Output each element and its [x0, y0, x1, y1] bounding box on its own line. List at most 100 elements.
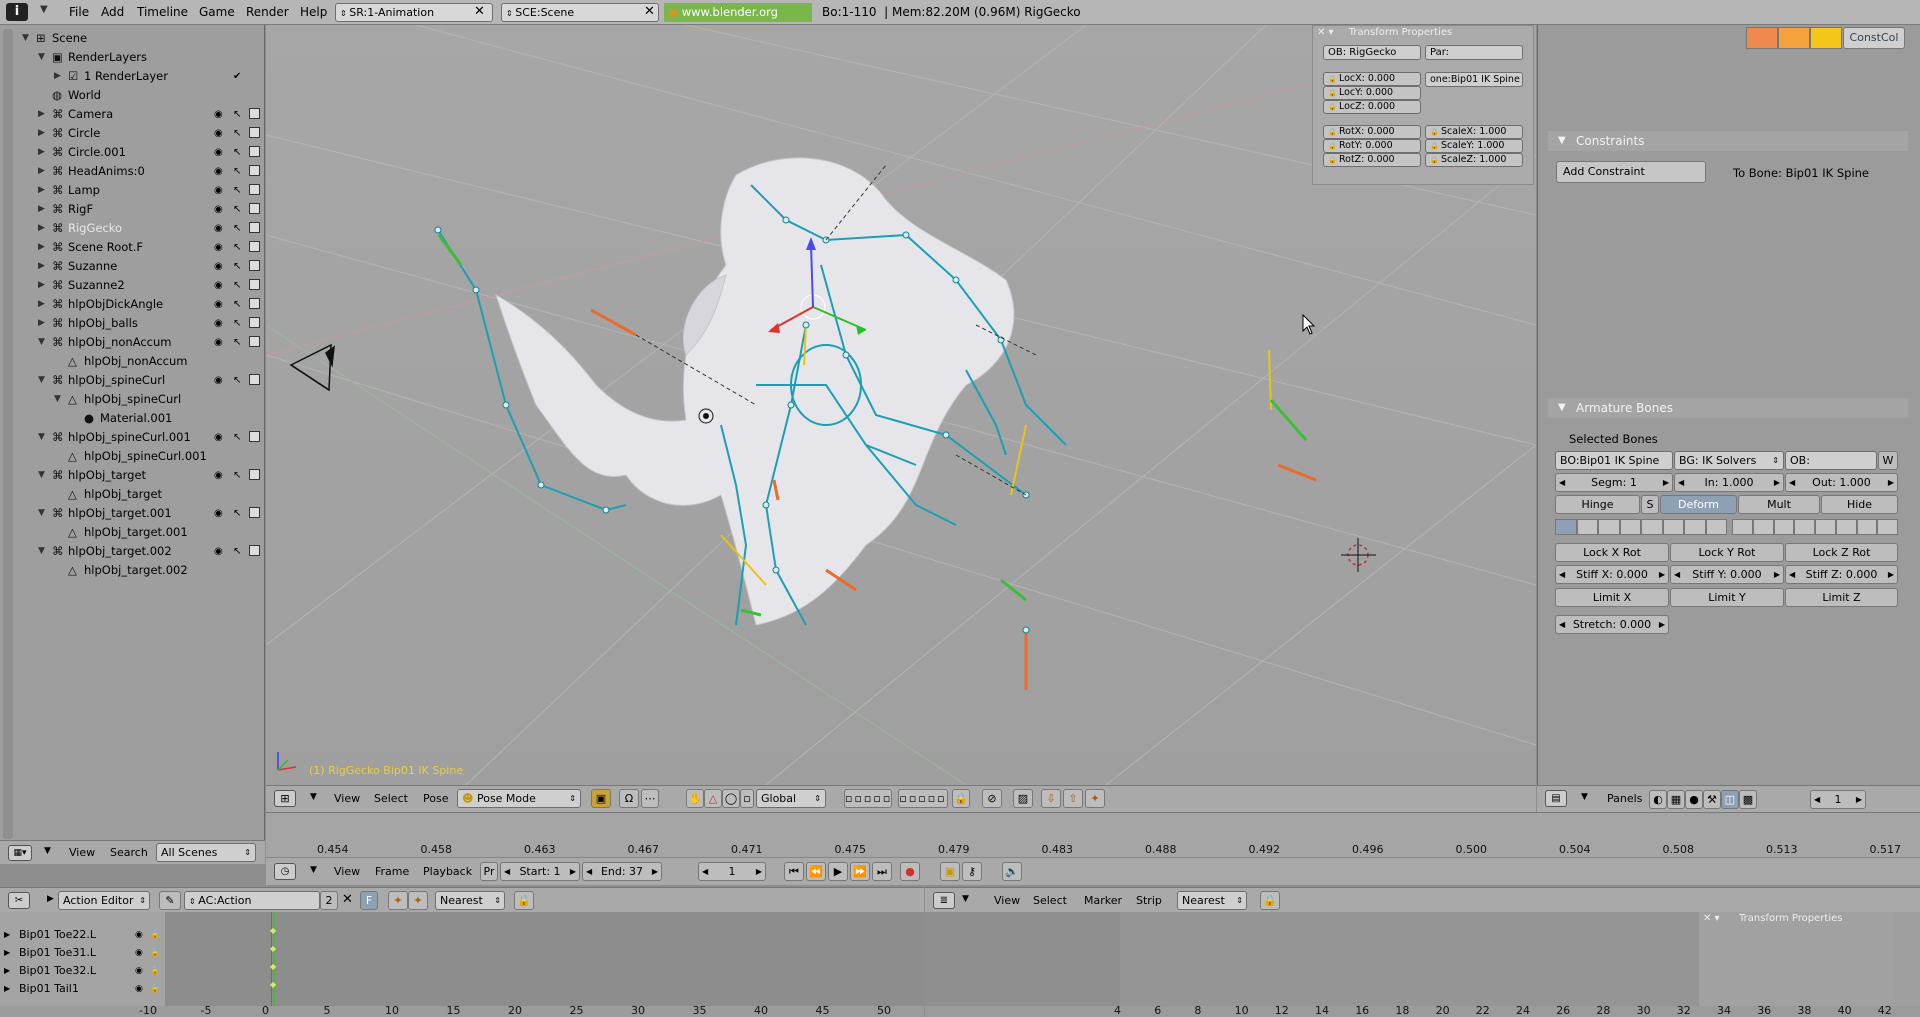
outliner-item-label[interactable]: RigGecko: [68, 219, 122, 238]
render-toggle-icon[interactable]: [249, 374, 260, 385]
outliner-item-label[interactable]: hlpObj_balls: [68, 314, 138, 333]
scale-y-field[interactable]: 🔒 ScaleY: 1.000: [1425, 139, 1523, 153]
bone-layer-button[interactable]: [1598, 519, 1620, 535]
action-name-field[interactable]: ⇕ AC:Action: [184, 891, 320, 910]
visibility-eye-icon[interactable]: ◉: [135, 962, 143, 980]
render-toggle-icon[interactable]: [249, 203, 260, 214]
bone-object-field[interactable]: OB:: [1785, 451, 1877, 470]
chevron-down-icon[interactable]: ▼: [44, 846, 51, 856]
decrement-icon[interactable]: ◀: [1559, 474, 1565, 491]
rot-y-field[interactable]: 🔒 RotY: 0.000: [1323, 139, 1421, 153]
camera-object[interactable]: [289, 343, 335, 392]
expand-right-icon[interactable]: ▶: [38, 162, 45, 181]
menu-file[interactable]: File: [69, 5, 89, 19]
render-toggle-icon[interactable]: [249, 298, 260, 309]
visibility-eye-icon[interactable]: ◉: [135, 926, 143, 944]
w-button[interactable]: W: [1878, 451, 1898, 470]
decrement-icon[interactable]: ◀: [504, 863, 510, 880]
action-channel-list[interactable]: ▶ Bip01 Toe22.L ◉ 🔒 ▶ Bip01 Toe31.L ◉ 🔒 ▶ Bip01 T…: [0, 912, 165, 1017]
select-cursor-icon[interactable]: ↖: [233, 124, 241, 143]
outliner-item-label[interactable]: RenderLayers: [68, 48, 147, 67]
grid-snap-icon[interactable]: ⋯: [641, 789, 659, 808]
stretch-field[interactable]: ◀ Stretch: 0.000 ▶: [1555, 615, 1669, 634]
ghost-icon[interactable]: ⊘: [982, 789, 1002, 808]
mode-select[interactable]: ☻ Pose Mode ⇕: [457, 789, 581, 808]
bone-layer-button[interactable]: [1555, 519, 1577, 535]
bone-layers-right[interactable]: [1732, 519, 1898, 535]
fake-user-button[interactable]: F: [360, 891, 378, 910]
lock-icon[interactable]: 🔒: [1328, 156, 1339, 164]
lock-icon[interactable]: 🔒: [1430, 142, 1441, 150]
outliner-item-label[interactable]: hlpObj_target.001: [84, 523, 188, 542]
select-cursor-icon[interactable]: ↖: [233, 333, 241, 352]
outliner-row[interactable]: ▶ ⌘ Suzanne ◉ ↖: [0, 257, 265, 276]
select-cursor-icon[interactable]: ↖: [233, 238, 241, 257]
keyframe-column[interactable]: ◆ ◆ ◆ ◆: [270, 922, 278, 1002]
copy-keys-icon[interactable]: ✦: [388, 891, 408, 910]
lock-icon[interactable]: 🔒: [1328, 142, 1339, 150]
render-toggle-icon[interactable]: [249, 317, 260, 328]
select-cursor-icon[interactable]: ↖: [233, 295, 241, 314]
action-channel-label[interactable]: Bip01 Toe32.L: [19, 962, 96, 980]
nla-snap-select[interactable]: Nearest ⇕: [1177, 891, 1247, 910]
outliner-row[interactable]: ▶ ⌘ Circle.001 ◉ ↖: [0, 143, 265, 162]
expand-right-icon[interactable]: ▶: [38, 257, 45, 276]
render-toggle-icon[interactable]: [249, 184, 260, 195]
action-channel-label[interactable]: Bip01 Toe31.L: [19, 944, 96, 962]
outliner-item-label[interactable]: hlpObj_spineCurl.001: [84, 447, 207, 466]
copy-pose-icon[interactable]: ⇩: [1041, 789, 1061, 808]
visibility-eye-icon[interactable]: ◉: [214, 428, 223, 447]
bone-layer-button[interactable]: [1684, 519, 1706, 535]
lock-icon[interactable]: 🔒: [1328, 89, 1339, 97]
bone-layer-button[interactable]: [1794, 519, 1815, 535]
editor-mode-select[interactable]: Action Editor ⇕: [58, 891, 150, 910]
outliner-row[interactable]: ▶ ⌘ RigF ◉ ↖: [0, 200, 265, 219]
visibility-eye-icon[interactable]: ◉: [214, 295, 223, 314]
outliner-row[interactable]: ▶ ⌘ Lamp ◉ ↖: [0, 181, 265, 200]
outliner-row[interactable]: ▶ ⌘ Scene Root.F ◉ ↖: [0, 238, 265, 257]
s-toggle[interactable]: S: [1641, 495, 1659, 514]
expand-down-icon[interactable]: ▼: [38, 466, 45, 485]
bbone-out-field[interactable]: ◀ Out: 1.000 ▶: [1785, 473, 1898, 492]
logic-context-icon[interactable]: ◐: [1649, 790, 1667, 809]
bone-layer-button[interactable]: [1732, 519, 1753, 535]
render-toggle-icon[interactable]: [249, 241, 260, 252]
render-toggle-icon[interactable]: [249, 108, 260, 119]
increment-icon[interactable]: ▶: [1888, 474, 1894, 491]
rot-x-field[interactable]: 🔒 RotX: 0.000: [1323, 125, 1421, 139]
next-keyframe-icon[interactable]: ⏩: [850, 862, 870, 881]
outliner-row[interactable]: △ hlpObj_spineCurl.001: [0, 447, 265, 466]
visibility-eye-icon[interactable]: ◉: [214, 105, 223, 124]
nla-transform-panel[interactable]: ✕ ▾ Transform Properties: [1699, 912, 1920, 1006]
expand-right-icon[interactable]: ▶: [38, 105, 45, 124]
stiff-z-field[interactable]: ◀ Stiff Z: 0.000 ▶: [1785, 565, 1898, 584]
limit-z-toggle[interactable]: Limit Z: [1785, 588, 1898, 607]
outliner-row[interactable]: △ hlpObj_target.001: [0, 523, 265, 542]
key-icon[interactable]: ⚷: [962, 862, 982, 881]
expand-down-icon[interactable]: ▼: [54, 390, 61, 409]
paste-pose-icon[interactable]: ⇧: [1063, 789, 1083, 808]
expand-right-icon[interactable]: ▶: [4, 944, 10, 962]
outliner-row[interactable]: ▶ ⌘ HeadAnims:0 ◉ ↖: [0, 162, 265, 181]
expand-right-icon[interactable]: ▶: [38, 276, 45, 295]
stiff-x-field[interactable]: ◀ Stiff X: 0.000 ▶: [1555, 565, 1669, 584]
visibility-eye-icon[interactable]: ◉: [214, 333, 223, 352]
outliner-item-label[interactable]: HeadAnims:0: [68, 162, 145, 181]
outliner-row[interactable]: ▼ ⌘ hlpObj_spineCurl.001 ◉ ↖: [0, 428, 265, 447]
decrement-icon[interactable]: ◀: [1814, 791, 1820, 808]
visibility-eye-icon[interactable]: ◉: [214, 466, 223, 485]
timeline-playback-menu[interactable]: Playback: [423, 865, 472, 878]
play-icon[interactable]: ▶: [828, 862, 848, 881]
render-toggle-icon[interactable]: [249, 165, 260, 176]
3d-cursor-icon[interactable]: [1341, 538, 1376, 572]
outliner-row[interactable]: ▼ ⊞ Scene: [0, 29, 265, 48]
paste-flipped-pose-icon[interactable]: ✦: [1085, 789, 1105, 808]
audio-scrub-icon[interactable]: 🔈: [1002, 862, 1022, 881]
screen-selector[interactable]: ⇕ SR:1-Animation: [335, 3, 493, 22]
increment-icon[interactable]: ▶: [1663, 474, 1669, 491]
visibility-eye-icon[interactable]: ◉: [214, 504, 223, 523]
action-browse-icon[interactable]: ✎: [159, 891, 181, 910]
info-icon[interactable]: i: [6, 3, 28, 21]
lock-z-rot-toggle[interactable]: Lock Z Rot: [1785, 543, 1898, 562]
panel-page-field[interactable]: ◀ 1 ▶: [1810, 790, 1866, 809]
